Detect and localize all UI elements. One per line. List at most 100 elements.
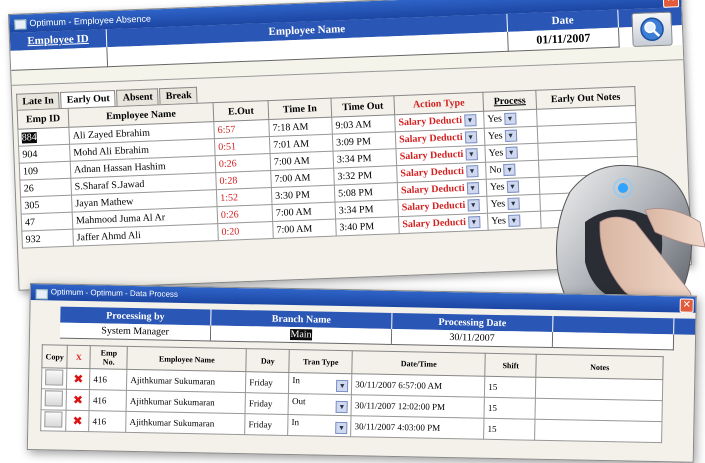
- dropdown-arrow-icon[interactable]: ▼: [463, 114, 477, 127]
- tab-early-out[interactable]: Early Out: [60, 89, 117, 109]
- emp-no: 416: [89, 389, 127, 412]
- action-type-value: Salary Deducti: [399, 148, 464, 163]
- date-field[interactable]: 01/11/2007: [508, 27, 620, 52]
- search-icon: [640, 17, 664, 42]
- process-select[interactable]: No ▼: [485, 160, 540, 180]
- process-value: Yes: [487, 130, 503, 142]
- employee-name: Ajithkumar Sukumaran: [126, 369, 247, 393]
- search-button[interactable]: [631, 11, 673, 48]
- window-title: Optimum - Optimum - Data Process: [50, 287, 179, 299]
- col-time-in[interactable]: Time In: [268, 98, 332, 120]
- notes-cell[interactable]: [535, 377, 663, 401]
- emp-id: 884: [21, 131, 37, 144]
- col-notes[interactable]: Notes: [536, 354, 664, 380]
- process-select[interactable]: Yes ▼: [487, 211, 542, 231]
- process-select[interactable]: Yes ▼: [483, 109, 538, 129]
- process-value: Yes: [488, 147, 504, 159]
- app-icon: [14, 19, 27, 30]
- shift[interactable]: 15: [484, 397, 536, 420]
- process-select[interactable]: Yes ▼: [484, 143, 539, 163]
- dropdown-arrow-icon[interactable]: ▼: [505, 146, 518, 160]
- dropdown-arrow-icon[interactable]: ▼: [464, 131, 477, 144]
- delete-icon[interactable]: ✖: [69, 392, 87, 408]
- close-icon[interactable]: ✕: [679, 298, 694, 313]
- day: Friday: [245, 392, 289, 415]
- copy-icon[interactable]: [44, 390, 63, 407]
- tab-late-in[interactable]: Late In: [16, 92, 61, 110]
- col-employee-name[interactable]: Employee Name: [127, 346, 247, 372]
- action-type-value: Salary Deducti: [401, 199, 466, 214]
- dropdown-arrow-icon[interactable]: ▼: [465, 165, 479, 178]
- col-delete: X: [67, 345, 91, 369]
- col-shift[interactable]: Shift: [485, 353, 537, 378]
- e-out: 0:51: [214, 136, 271, 156]
- tran-type-select[interactable]: Out ▼: [288, 393, 352, 416]
- tran-type-select[interactable]: In ▼: [288, 372, 353, 395]
- action-type-value: Salary Deducti: [400, 165, 465, 180]
- dropdown-arrow-icon[interactable]: ▼: [335, 421, 348, 435]
- e-out: 6:57: [213, 119, 270, 139]
- branch-name-field[interactable]: Main: [210, 325, 393, 345]
- dropdown-arrow-icon[interactable]: ▼: [336, 379, 349, 393]
- time-out: 3:40 PM: [335, 216, 400, 237]
- col-copy: Copy: [41, 344, 68, 369]
- shift[interactable]: 15: [483, 418, 536, 441]
- dropdown-arrow-icon[interactable]: ▼: [466, 182, 479, 195]
- tab-break[interactable]: Break: [159, 86, 198, 105]
- emp-no: 416: [89, 368, 128, 391]
- e-out: 0:20: [217, 221, 274, 241]
- branch-name-value: Main: [290, 329, 312, 341]
- action-type-value: Salary Deducti: [398, 131, 463, 146]
- copy-icon[interactable]: [44, 411, 63, 428]
- window-title: Optimum - Employee Absence: [29, 13, 152, 29]
- emp-id: 26: [19, 178, 72, 198]
- notes-cell[interactable]: [535, 398, 663, 422]
- dropdown-arrow-icon[interactable]: ▼: [507, 214, 521, 227]
- action-type-select[interactable]: Salary Deducti ▼: [398, 213, 489, 234]
- dropdown-arrow-icon[interactable]: ▼: [504, 129, 517, 143]
- dropdown-arrow-icon[interactable]: ▼: [467, 199, 480, 212]
- col-emp-no[interactable]: Emp No.: [90, 345, 128, 370]
- employee-id-input[interactable]: [10, 47, 109, 71]
- processing-date-field[interactable]: 30/11/2007: [391, 328, 554, 349]
- tab-absent[interactable]: Absent: [116, 88, 160, 106]
- process-value: Yes: [491, 215, 507, 227]
- action-type-value: Salary Deducti: [400, 182, 465, 197]
- col-e-out[interactable]: E.Out: [213, 100, 269, 122]
- copy-icon[interactable]: [45, 369, 64, 386]
- shift[interactable]: 15: [484, 376, 537, 399]
- day: Friday: [245, 371, 290, 394]
- date-time[interactable]: 30/11/2007 6:57:00 AM: [351, 373, 486, 398]
- process-value: Yes: [490, 198, 506, 210]
- e-out: 0:26: [215, 153, 271, 173]
- process-select[interactable]: Yes ▼: [484, 126, 538, 146]
- delete-icon[interactable]: ✖: [69, 413, 86, 429]
- delete-icon[interactable]: ✖: [70, 371, 87, 387]
- dropdown-arrow-icon[interactable]: ▼: [503, 112, 517, 126]
- col-emp-id[interactable]: Emp ID: [17, 108, 69, 130]
- emp-no: 416: [88, 410, 127, 433]
- processing-by-value: System Manager: [59, 322, 212, 342]
- date-time[interactable]: 30/11/2007 12:02:00 PM: [351, 394, 485, 419]
- day: Friday: [244, 413, 289, 436]
- dropdown-arrow-icon[interactable]: ▼: [467, 216, 481, 229]
- col-date-time[interactable]: Date/Time: [352, 350, 486, 377]
- dropdown-arrow-icon[interactable]: ▼: [503, 163, 516, 177]
- col-tran-type[interactable]: Tran Type: [289, 349, 353, 374]
- tran-type-select[interactable]: In ▼: [287, 414, 352, 437]
- dropdown-arrow-icon[interactable]: ▼: [465, 148, 478, 161]
- process-select[interactable]: Yes ▼: [486, 177, 540, 197]
- dropdown-arrow-icon[interactable]: ▼: [506, 180, 519, 193]
- dropdown-arrow-icon[interactable]: ▼: [506, 197, 520, 210]
- emp-id: 904: [18, 144, 71, 164]
- process-select[interactable]: Yes ▼: [486, 194, 541, 214]
- emp-id: 932: [21, 229, 74, 249]
- col-day[interactable]: Day: [246, 348, 290, 373]
- close-icon[interactable]: ✕: [662, 0, 680, 8]
- date-time[interactable]: 30/11/2007 4:03:00 PM: [350, 415, 485, 440]
- col-time-out[interactable]: Time Out: [330, 95, 395, 118]
- action-type-value: Salary Deducti: [398, 114, 463, 129]
- notes-cell[interactable]: [534, 419, 663, 443]
- dropdown-arrow-icon[interactable]: ▼: [335, 400, 349, 414]
- col-process[interactable]: Process: [482, 90, 537, 112]
